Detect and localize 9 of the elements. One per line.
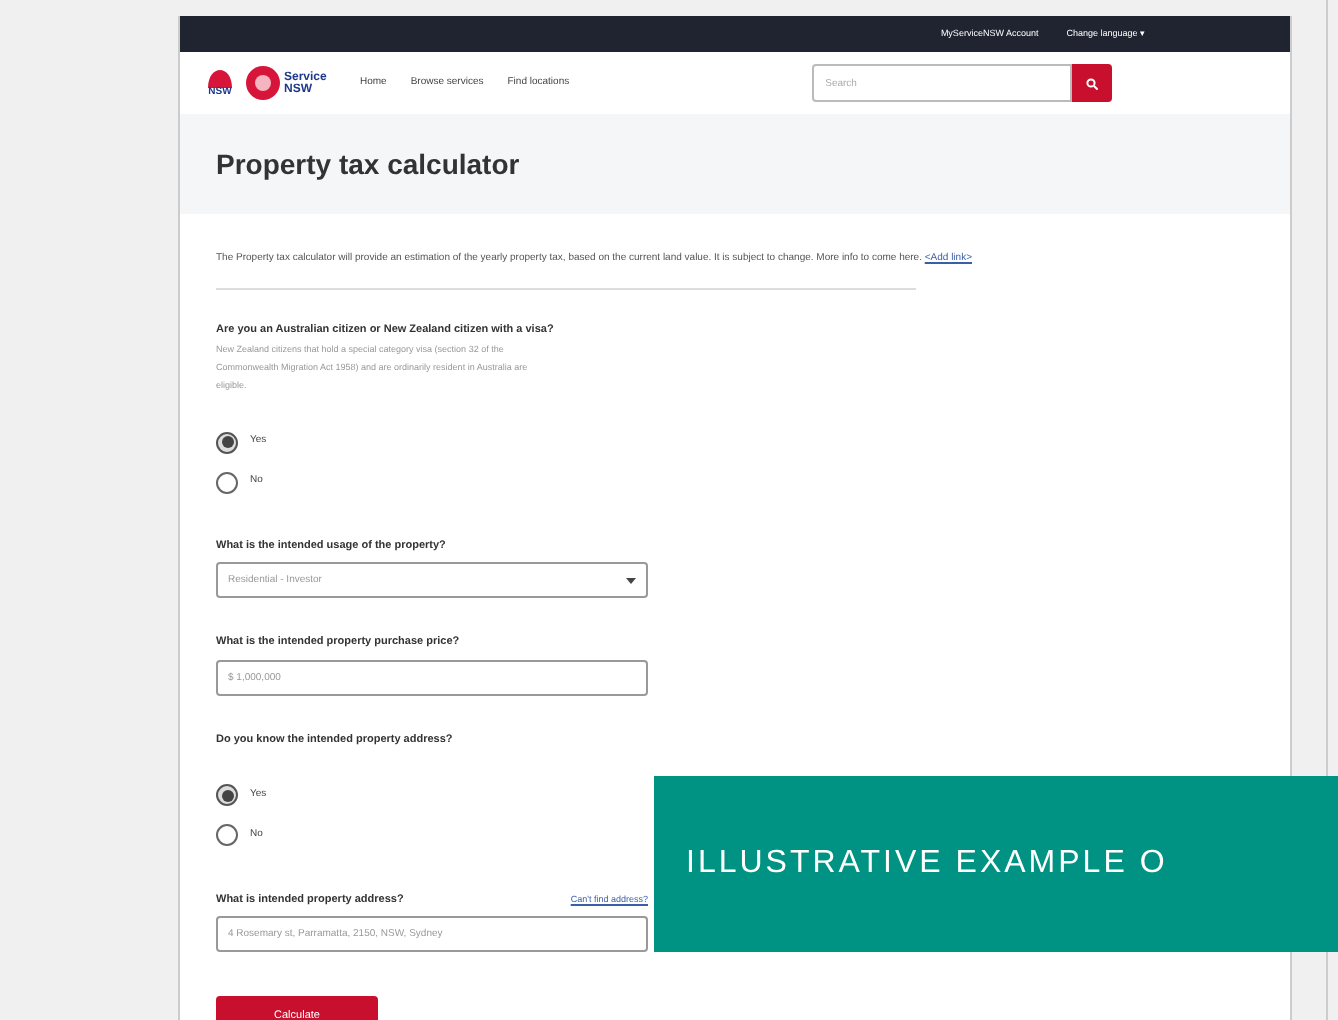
radio-button[interactable]: [216, 431, 238, 453]
search-button[interactable]: [1071, 64, 1112, 103]
page-title: Property tax calculator: [216, 145, 520, 184]
radio-button[interactable]: [216, 784, 238, 807]
example-banner: ILLUSTRATIVE EXAMPLE O: [654, 776, 1338, 952]
radio-button[interactable]: [216, 824, 238, 847]
radio-button[interactable]: [216, 471, 238, 493]
search-icon: [1085, 77, 1098, 90]
caret-icon: [626, 577, 636, 584]
